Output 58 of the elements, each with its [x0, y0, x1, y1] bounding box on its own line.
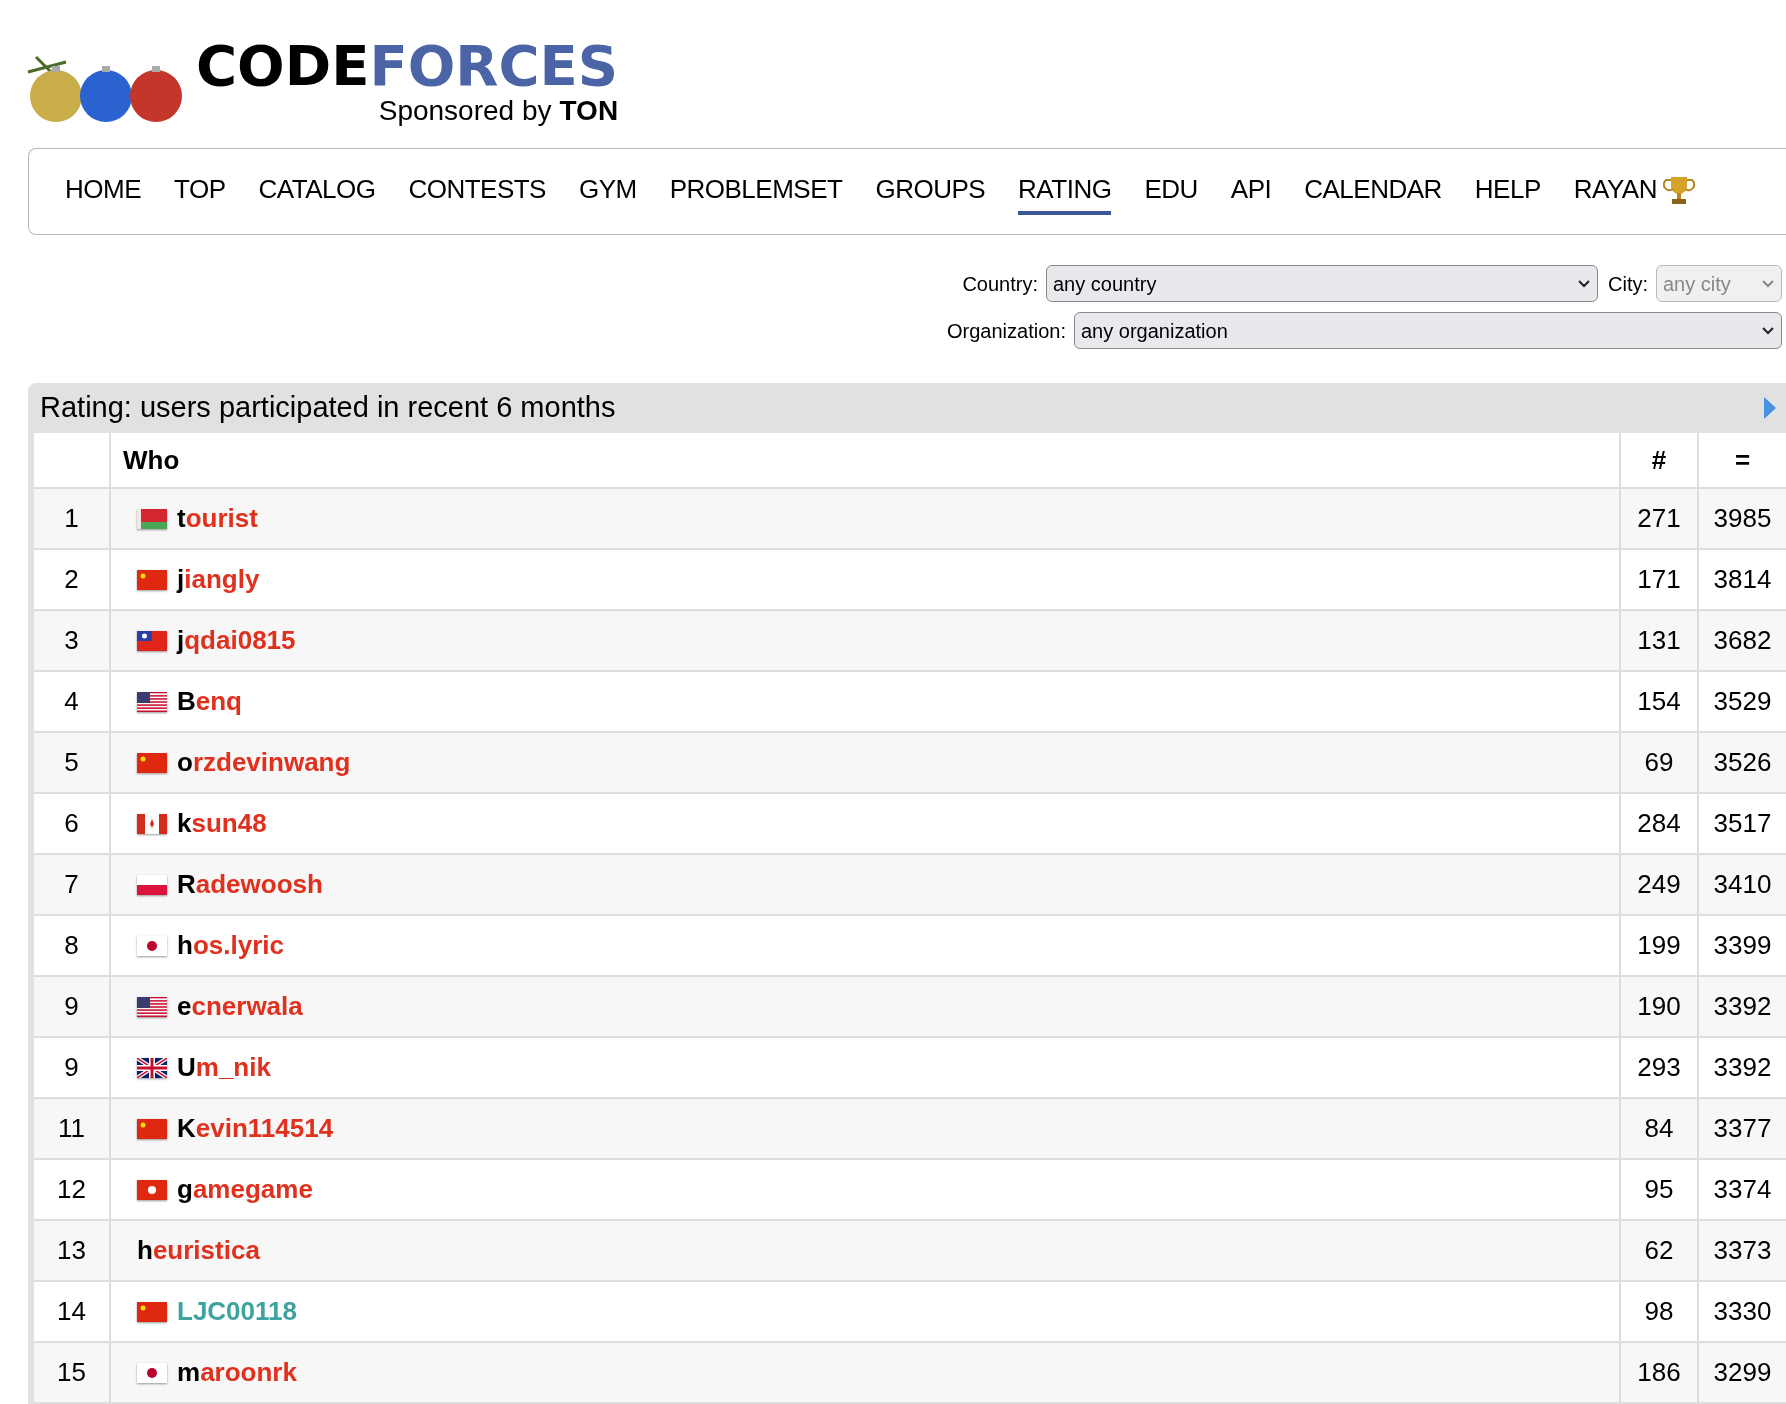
rank-cell: 15	[34, 1342, 110, 1403]
rating-cell: 3392	[1698, 976, 1786, 1037]
country-select[interactable]: any country	[1046, 265, 1598, 302]
user-handle-link[interactable]: jiangly	[177, 560, 260, 599]
organization-select[interactable]: any organization	[1074, 312, 1782, 349]
nav-link[interactable]: GYM	[578, 168, 637, 215]
logo-wordmark: CODEFORCES	[196, 36, 619, 96]
rating-cell: 3517	[1698, 793, 1786, 854]
user-handle-link[interactable]: orzdevinwang	[177, 743, 351, 782]
nav-link[interactable]: RAYAN	[1573, 168, 1695, 215]
sponsor-name: TON	[559, 96, 619, 126]
chevron-down-icon	[1761, 325, 1775, 336]
city-label: City:	[1608, 271, 1648, 297]
rating-cell: 3299	[1698, 1342, 1786, 1403]
nav-link[interactable]: RATING	[1018, 168, 1112, 215]
user-handle-link[interactable]: jqdai0815	[177, 621, 296, 660]
user-handle-link[interactable]: Kevin114514	[177, 1109, 334, 1148]
column-header: =	[1698, 433, 1786, 488]
user-handle-link[interactable]: Radewoosh	[177, 865, 323, 904]
nav-link[interactable]: API	[1230, 168, 1272, 215]
user-handle-link[interactable]: Um_nik	[177, 1048, 271, 1087]
rating-cell: 3374	[1698, 1159, 1786, 1220]
rating-cell: 3330	[1698, 1281, 1786, 1342]
rating-cell: 3526	[1698, 732, 1786, 793]
user-handle-link[interactable]: maroonrk	[177, 1353, 297, 1392]
nav-link[interactable]: PROBLEMSET	[669, 168, 843, 215]
user-handle-link[interactable]: tourist	[177, 499, 258, 538]
nav-link[interactable]: HOME	[65, 168, 141, 215]
rating-cell: 3373	[1698, 1220, 1786, 1281]
panel-title: Rating: users participated in recent 6 months	[40, 390, 616, 426]
user-handle-link[interactable]: ksun48	[177, 804, 267, 843]
rating-cell: 3529	[1698, 671, 1786, 732]
rating-cell: 3377	[1698, 1098, 1786, 1159]
nav-link[interactable]: CATALOG	[258, 168, 376, 215]
user-handle-link[interactable]: hos.lyric	[177, 926, 284, 965]
country-label: Country:	[962, 271, 1038, 297]
nav-link[interactable]: HELP	[1474, 168, 1541, 215]
chevron-down-icon	[1761, 278, 1775, 289]
rating-cell: 3392	[1698, 1037, 1786, 1098]
user-handle-link[interactable]: heuristica	[137, 1231, 260, 1270]
nav-link[interactable]: CONTESTS	[408, 168, 546, 215]
sponsor-text: Sponsored by	[378, 96, 552, 126]
play-arrow-icon[interactable]	[1762, 395, 1778, 421]
nav-link[interactable]: EDU	[1144, 168, 1198, 215]
user-handle-link[interactable]: ecnerwala	[177, 987, 303, 1026]
contests-cell: 186	[1620, 1342, 1698, 1403]
rating-cell: 3682	[1698, 610, 1786, 671]
rating-cell: 3814	[1698, 549, 1786, 610]
organization-label: Organization:	[947, 318, 1066, 344]
user-handle-link[interactable]: gamegame	[177, 1170, 313, 1209]
nav-link[interactable]: GROUPS	[875, 168, 986, 215]
rating-cell: 3410	[1698, 854, 1786, 915]
user-handle-link[interactable]: Benq	[177, 682, 242, 721]
chevron-down-icon	[1577, 278, 1591, 289]
rating-cell: 3985	[1698, 488, 1786, 549]
nav-link[interactable]: CALENDAR	[1304, 168, 1442, 215]
rating-cell: 3399	[1698, 915, 1786, 976]
nav-link[interactable]: TOP	[174, 168, 226, 215]
